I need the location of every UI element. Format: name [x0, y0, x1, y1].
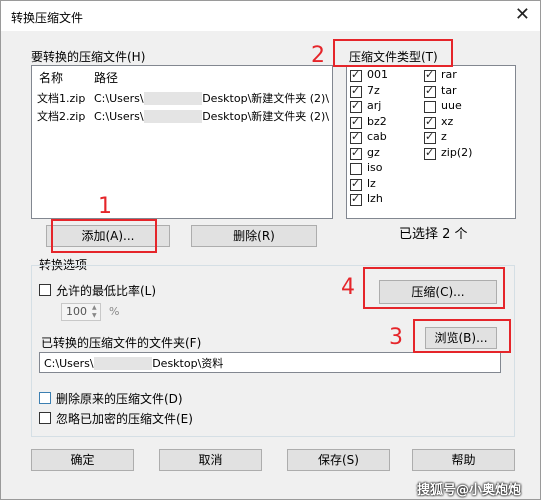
annotation-box-browse [413, 319, 511, 353]
annotation-number-4: 4 [341, 275, 355, 300]
annotation-box-add [51, 219, 157, 253]
type-label: zip(2) [441, 145, 473, 159]
delete-original-checkbox[interactable] [39, 392, 51, 404]
dialog-title: 转换压缩文件 [11, 11, 84, 25]
ratio-unit: % [109, 305, 120, 318]
ignore-encrypted-label: 忽略已加密的压缩文件(E) [56, 412, 193, 426]
column-header-path[interactable]: 路径 [94, 69, 118, 86]
annotation-box-compress [363, 267, 505, 309]
selected-count: 已选择 2 个 [399, 227, 468, 242]
dest-folder-value: C:\Users\xxxxxxxxxDesktop\资料 [44, 357, 224, 370]
type-label: 001 [367, 68, 388, 81]
type-label: z [441, 130, 447, 143]
annotation-number-1: 1 [98, 194, 112, 219]
close-icon[interactable]: ✕ [515, 5, 530, 25]
type-checkbox[interactable] [424, 101, 436, 113]
type-label: iso [367, 161, 383, 174]
type-checkbox[interactable] [350, 146, 362, 160]
help-button[interactable]: 帮助 [412, 449, 515, 471]
file-path: C:\Users\xxxxxxxxxDesktop\新建文件夹 (2)\ [94, 92, 330, 105]
type-label: arj [367, 99, 382, 112]
type-label: rar [441, 68, 457, 81]
types-list[interactable]: 001 7z arj bz2 cab gz iso lz lzh rar tar uue xz z zip… [346, 65, 516, 219]
annotation-box-types [333, 39, 453, 67]
type-checkbox[interactable] [424, 146, 436, 160]
type-checkbox[interactable] [424, 84, 436, 98]
cancel-button[interactable]: 取消 [159, 449, 262, 471]
file-path: C:\Users\xxxxxxxxxDesktop\新建文件夹 (2)\ [94, 110, 330, 123]
type-checkbox[interactable] [350, 177, 362, 191]
type-checkbox[interactable] [424, 130, 436, 144]
type-checkbox[interactable] [350, 84, 362, 98]
type-label: gz [367, 145, 380, 159]
file-row[interactable]: 文档2.zip C:\Users\xxxxxxxxxDesktop\新建文件夹 … [37, 108, 329, 124]
annotation-number-3: 3 [389, 325, 403, 350]
type-label: cab [367, 130, 387, 143]
ratio-value: 100 [66, 305, 87, 318]
min-ratio-label: 允许的最低比率(L) [56, 284, 157, 298]
file-name: 文档2.zip [37, 110, 86, 123]
files-list[interactable]: 名称 路径 文档1.zip C:\Users\xxxxxxxxxDesktop\… [31, 65, 333, 219]
column-header-name[interactable]: 名称 [39, 69, 63, 86]
dest-folder-label: 已转换的压缩文件的文件夹(F) [41, 336, 202, 350]
save-button[interactable]: 保存(S) [287, 449, 390, 471]
type-checkbox[interactable] [424, 68, 436, 82]
ratio-spinner[interactable]: ▲ ▼ [92, 304, 100, 320]
type-label: xz [441, 114, 454, 128]
type-checkbox[interactable] [350, 68, 362, 82]
type-checkbox[interactable] [350, 192, 362, 206]
type-label: lzh [367, 192, 383, 205]
annotation-number-2: 2 [311, 43, 325, 68]
type-label: bz2 [367, 114, 387, 128]
dest-folder-input[interactable]: C:\Users\xxxxxxxxxDesktop\资料 [39, 352, 501, 373]
type-checkbox[interactable] [350, 163, 362, 175]
ok-button[interactable]: 确定 [31, 449, 134, 471]
watermark: 搜狐号@小奥炮炮 [417, 483, 522, 498]
delete-button[interactable]: 删除(R) [191, 225, 317, 247]
type-label: lz [367, 176, 376, 190]
type-label: uue [441, 99, 462, 112]
type-label: tar [441, 83, 457, 97]
file-name: 文档1.zip [37, 92, 86, 105]
files-label: 要转换的压缩文件(H) [31, 50, 146, 64]
type-checkbox[interactable] [350, 130, 362, 144]
type-checkbox[interactable] [350, 99, 362, 113]
type-checkbox[interactable] [350, 115, 362, 129]
title-bar: 转换压缩文件 ✕ [1, 1, 540, 31]
convert-archives-dialog: 转换压缩文件 ✕ 要转换的压缩文件(H) 名称 路径 文档1.zip C:\Us… [0, 0, 541, 500]
delete-original-label: 删除原来的压缩文件(D) [56, 392, 183, 406]
type-checkbox[interactable] [424, 115, 436, 129]
file-row[interactable]: 文档1.zip C:\Users\xxxxxxxxxDesktop\新建文件夹 … [37, 90, 329, 106]
type-label: 7z [367, 83, 380, 97]
ignore-encrypted-checkbox[interactable] [39, 412, 51, 424]
min-ratio-checkbox[interactable] [39, 284, 51, 296]
